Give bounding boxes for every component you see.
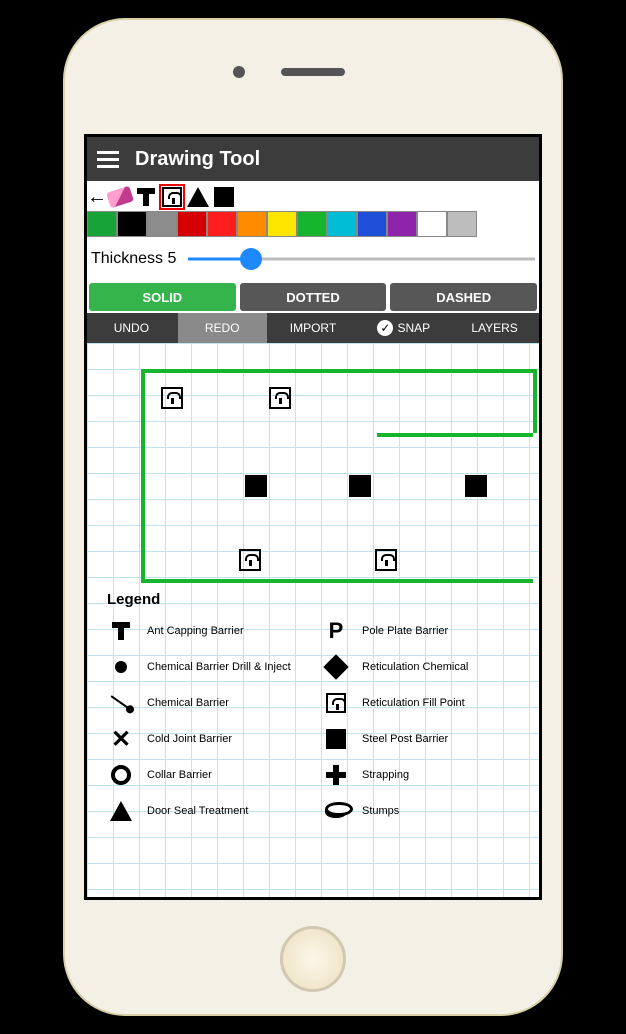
square-icon xyxy=(214,187,234,207)
action-row: UNDO REDO IMPORT ✓SNAP LAYERS xyxy=(87,313,539,343)
tap-marker[interactable] xyxy=(269,387,291,409)
tap-icon xyxy=(162,187,182,207)
square-marker[interactable] xyxy=(465,475,487,497)
back-icon[interactable]: ← xyxy=(87,186,107,209)
floorplan-line xyxy=(533,369,537,433)
thickness-row: Thickness 5 xyxy=(87,237,539,281)
tee-icon xyxy=(112,622,130,640)
legend-label: Cold Joint Barrier xyxy=(147,733,232,745)
dashed-button[interactable]: DASHED xyxy=(390,283,537,311)
app-header: Drawing Tool xyxy=(87,137,539,181)
legend-item: Reticulation Chemical xyxy=(322,655,533,679)
menu-icon[interactable] xyxy=(97,151,119,168)
square-marker[interactable] xyxy=(349,475,371,497)
color-swatch[interactable] xyxy=(297,211,327,237)
undo-button[interactable]: UNDO xyxy=(87,313,176,343)
color-palette xyxy=(87,211,539,237)
floorplan-line xyxy=(141,579,533,583)
tap-marker[interactable] xyxy=(239,549,261,571)
tee-icon xyxy=(137,188,155,206)
circle-icon xyxy=(111,765,131,785)
legend-label: Pole Plate Barrier xyxy=(362,625,448,637)
color-swatch[interactable] xyxy=(177,211,207,237)
legend-item: Chemical Barrier xyxy=(107,691,318,715)
color-swatch[interactable] xyxy=(417,211,447,237)
square-tool[interactable] xyxy=(211,184,237,210)
legend-item: Chemical Barrier Drill & Inject xyxy=(107,655,318,679)
page-title: Drawing Tool xyxy=(135,148,260,171)
eraser-icon xyxy=(106,186,134,209)
tap-icon xyxy=(326,693,346,713)
floorplan-line xyxy=(377,433,533,437)
floorplan-line xyxy=(141,369,533,579)
color-swatch[interactable] xyxy=(387,211,417,237)
legend-label: Strapping xyxy=(362,769,409,781)
triangle-tool[interactable] xyxy=(185,184,211,210)
triangle-icon xyxy=(110,801,132,821)
line-dot-icon xyxy=(111,695,132,710)
triangle-icon xyxy=(187,187,209,207)
legend-item: Door Seal Treatment xyxy=(107,799,318,823)
legend-item: Reticulation Fill Point xyxy=(322,691,533,715)
legend-item: Collar Barrier xyxy=(107,763,318,787)
color-swatch[interactable] xyxy=(357,211,387,237)
legend-label: Steel Post Barrier xyxy=(362,733,448,745)
tap-marker[interactable] xyxy=(375,549,397,571)
P-icon: P xyxy=(329,618,344,644)
tool-row: ← xyxy=(87,181,539,211)
square-marker[interactable] xyxy=(245,475,267,497)
legend-label: Door Seal Treatment xyxy=(147,805,249,817)
dot-icon xyxy=(115,661,127,673)
color-swatch[interactable] xyxy=(447,211,477,237)
check-icon: ✓ xyxy=(377,320,393,336)
color-swatch[interactable] xyxy=(87,211,117,237)
layers-button[interactable]: LAYERS xyxy=(450,313,539,343)
legend: Ant Capping Barrier P Pole Plate Barrier Ch… xyxy=(107,619,533,823)
x-icon: ✕ xyxy=(111,725,131,754)
cylinder-icon xyxy=(325,804,347,818)
redo-button[interactable]: REDO xyxy=(178,313,267,343)
legend-label: Ant Capping Barrier xyxy=(147,625,244,637)
eraser-tool[interactable] xyxy=(107,184,133,210)
import-button[interactable]: IMPORT xyxy=(269,313,358,343)
solid-button[interactable]: SOLID xyxy=(89,283,236,311)
diamond-icon xyxy=(323,654,348,679)
legend-title: Legend xyxy=(107,591,160,608)
slider-thumb[interactable] xyxy=(240,248,262,270)
tee-tool[interactable] xyxy=(133,184,159,210)
tap-marker[interactable] xyxy=(161,387,183,409)
legend-item: Strapping xyxy=(322,763,533,787)
line-style-segment: SOLID DOTTED DASHED xyxy=(87,281,539,313)
legend-label: Chemical Barrier xyxy=(147,697,229,709)
color-swatch[interactable] xyxy=(147,211,177,237)
thickness-slider[interactable] xyxy=(188,247,535,271)
legend-item: Ant Capping Barrier xyxy=(107,619,318,643)
legend-label: Reticulation Chemical xyxy=(362,661,468,673)
color-swatch[interactable] xyxy=(237,211,267,237)
dotted-button[interactable]: DOTTED xyxy=(240,283,387,311)
legend-label: Reticulation Fill Point xyxy=(362,697,465,709)
tap-tool[interactable] xyxy=(159,184,185,210)
color-swatch[interactable] xyxy=(207,211,237,237)
legend-item: Stumps xyxy=(322,799,533,823)
color-swatch[interactable] xyxy=(327,211,357,237)
legend-label: Stumps xyxy=(362,805,399,817)
thickness-label: Thickness 5 xyxy=(91,250,176,268)
legend-item: ✕ Cold Joint Barrier xyxy=(107,727,318,751)
legend-item: P Pole Plate Barrier xyxy=(322,619,533,643)
legend-label: Collar Barrier xyxy=(147,769,212,781)
drawing-canvas[interactable]: Legend Ant Capping Barrier P Pole Plate Ba… xyxy=(87,343,539,897)
color-swatch[interactable] xyxy=(117,211,147,237)
legend-label: Chemical Barrier Drill & Inject xyxy=(147,661,291,673)
legend-item: Steel Post Barrier xyxy=(322,727,533,751)
square-icon xyxy=(326,729,346,749)
plus-icon xyxy=(326,765,346,785)
color-swatch[interactable] xyxy=(267,211,297,237)
snap-toggle[interactable]: ✓SNAP xyxy=(359,313,448,343)
